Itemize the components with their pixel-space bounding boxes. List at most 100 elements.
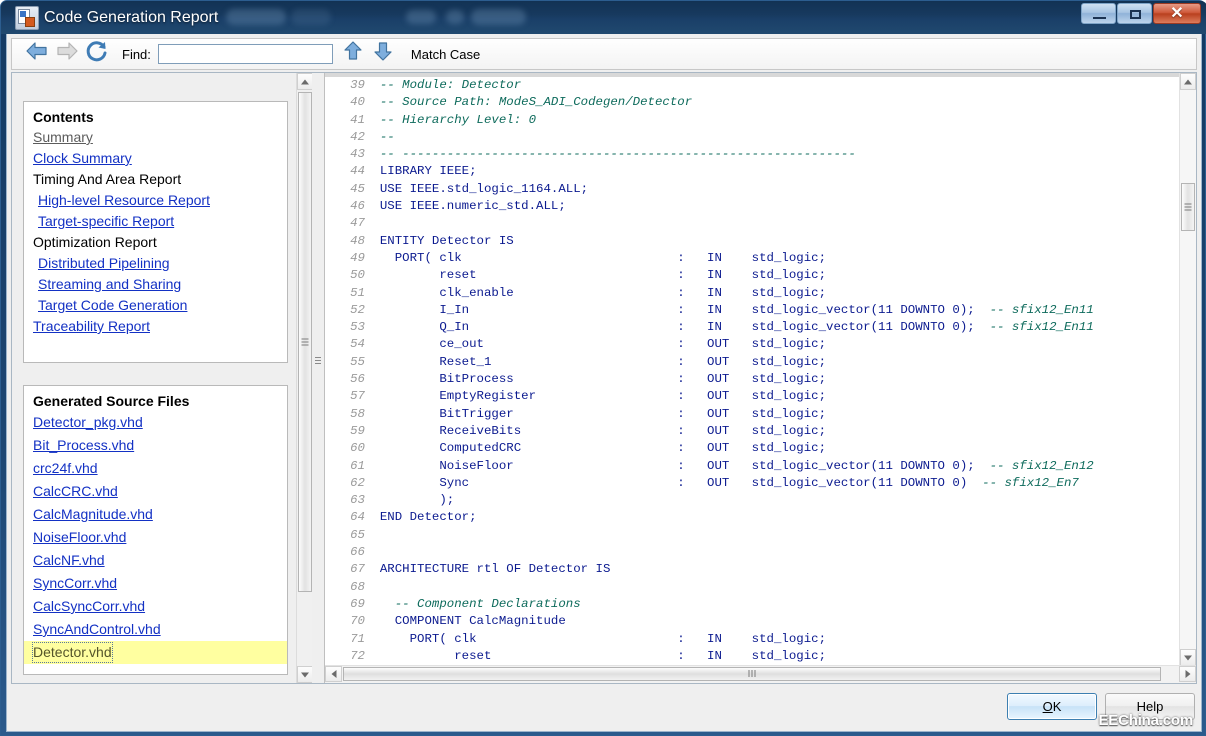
source-file-label: SyncCorr.vhd xyxy=(33,575,118,591)
refresh-button[interactable] xyxy=(84,39,114,69)
contents-item[interactable]: Distributed Pipelining xyxy=(24,253,287,274)
find-input[interactable] xyxy=(157,44,333,64)
code-line: 51 clk_enable : IN std_logic; xyxy=(325,285,1094,302)
source-file-label: CalcMagnitude.vhd xyxy=(33,506,153,522)
source-file-item[interactable]: CalcCRC.vhd xyxy=(24,480,287,503)
code-line-number: 46 xyxy=(350,199,365,214)
find-next-arrow-icon xyxy=(374,42,392,61)
code-line: 50 reset : IN std_logic; xyxy=(325,267,1094,284)
source-file-label: Detector_pkg.vhd xyxy=(33,414,143,430)
code-scroll-right-button[interactable] xyxy=(1179,666,1196,682)
code-line-text: BitTrigger : OUT std_logic; xyxy=(365,406,1094,423)
source-file-item[interactable]: CalcSyncCorr.vhd xyxy=(24,595,287,618)
source-file-label: Bit_Process.vhd xyxy=(33,437,135,453)
code-scroll-area[interactable]: 39 -- Module: Detector 40 -- Source Path:… xyxy=(325,73,1180,666)
contents-item[interactable]: Traceability Report xyxy=(24,316,287,337)
source-file-item[interactable]: crc24f.vhd xyxy=(24,457,287,480)
maximize-button[interactable] xyxy=(1117,3,1152,24)
navigation-scrollbar[interactable] xyxy=(296,73,312,683)
code-line-text: ce_out : OUT std_logic; xyxy=(365,336,1094,353)
code-line-number: 45 xyxy=(350,181,365,196)
code-comment: -- Source Path: ModeS_ADI_Codegen/Detect… xyxy=(365,95,693,110)
close-button[interactable]: ✕ xyxy=(1153,3,1201,24)
code-token: USE IEEE.numeric_std.ALL; xyxy=(365,199,566,214)
code-vertical-scrollbar-thumb[interactable] xyxy=(1181,183,1195,231)
code-line-number: 68 xyxy=(350,579,365,594)
source-file-item[interactable]: Bit_Process.vhd xyxy=(24,434,287,457)
code-comment: -- Module: Detector xyxy=(365,78,522,92)
code-vertical-scrollbar[interactable] xyxy=(1179,73,1196,666)
source-file-item[interactable]: Detector_pkg.vhd xyxy=(24,411,287,434)
code-horizontal-scrollbar-thumb[interactable] xyxy=(343,667,1161,681)
code-line-text: ENTITY Detector IS xyxy=(365,233,1094,250)
code-line-number: 72 xyxy=(350,648,365,663)
contents-item[interactable]: High-level Resource Report xyxy=(24,190,287,211)
nav-scroll-up-button[interactable] xyxy=(297,73,312,90)
client-area: Find: Match Case Contents Summary Clock S xyxy=(6,34,1202,732)
contents-item[interactable]: Clock Summary xyxy=(24,148,287,169)
contents-item[interactable]: Streaming and Sharing xyxy=(24,274,287,295)
code-token: ARCHITECTURE rtl OF Detector IS xyxy=(365,562,611,577)
nav-scrollbar-thumb[interactable] xyxy=(298,92,312,592)
source-file-item[interactable]: CalcMagnitude.vhd xyxy=(24,503,287,526)
minimize-button[interactable] xyxy=(1081,3,1116,24)
source-file-item[interactable]: SyncAndControl.vhd xyxy=(24,618,287,641)
code-scroll-up-button[interactable] xyxy=(1180,73,1196,90)
code-scroll-left-button[interactable] xyxy=(325,666,342,682)
code-token: BitProcess : OUT std_logic; xyxy=(365,372,827,387)
main-split: Contents Summary Clock Summary Timing And … xyxy=(11,72,1197,684)
contents-box: Contents Summary Clock Summary Timing And … xyxy=(23,101,288,363)
code-line-number: 53 xyxy=(350,320,365,335)
source-file-label: CalcNF.vhd xyxy=(33,552,105,568)
code-line: 58 BitTrigger : OUT std_logic; xyxy=(325,406,1094,423)
code-token: LIBRARY IEEE; xyxy=(365,164,477,179)
window-icon xyxy=(15,6,39,30)
find-previous-arrow-icon xyxy=(344,41,362,60)
source-file-item-selected[interactable]: Detector.vhd xyxy=(24,641,287,664)
code-token: PORT( clk : IN std_logic; xyxy=(365,250,827,265)
code-scroll-down-button[interactable] xyxy=(1180,649,1196,666)
source-file-item[interactable]: CalcNF.vhd xyxy=(24,549,287,572)
code-token: Reset_1 : OUT std_logic; xyxy=(365,354,827,369)
code-listing: 39 -- Module: Detector 40 -- Source Path:… xyxy=(325,77,1094,666)
contents-item[interactable]: Target-specific Report xyxy=(24,211,287,232)
code-line: 72 reset : IN std_logic; xyxy=(325,648,1094,665)
code-line: 46 USE IEEE.numeric_std.ALL; xyxy=(325,198,1094,215)
code-line-text: LIBRARY IEEE; xyxy=(365,163,1094,180)
dialog-footer: OK Help EEChina.com xyxy=(7,687,1201,731)
code-line: 48 ENTITY Detector IS xyxy=(325,233,1094,250)
code-token: ComputedCRC : OUT std_logic; xyxy=(365,441,827,456)
match-case-label[interactable]: Match Case xyxy=(411,47,480,62)
back-arrow-icon xyxy=(26,42,47,60)
code-line: 68 xyxy=(325,579,1094,596)
panel-splitter[interactable] xyxy=(312,73,324,683)
contents-item[interactable]: Summary xyxy=(24,127,287,148)
code-line-number: 52 xyxy=(350,302,365,317)
source-file-item[interactable]: SyncCorr.vhd xyxy=(24,572,287,595)
code-line: 59 ReceiveBits : OUT std_logic; xyxy=(325,423,1094,440)
ok-button-label: OK xyxy=(1043,699,1062,714)
titlebar-artifact xyxy=(406,10,436,24)
code-line-number: 62 xyxy=(350,475,365,490)
ok-button[interactable]: OK xyxy=(1007,693,1097,720)
code-token: clk_enable : IN std_logic; xyxy=(365,285,827,300)
generated-source-files-list: Detector_pkg.vhd Bit_Process.vhd crc24f.vh… xyxy=(24,411,287,664)
code-line-number: 55 xyxy=(350,354,365,369)
caret-up-icon xyxy=(301,79,309,84)
refresh-icon xyxy=(86,41,107,62)
code-token: reset : IN std_logic; xyxy=(365,648,827,663)
code-horizontal-scrollbar[interactable] xyxy=(325,665,1196,683)
code-line-text xyxy=(365,579,1094,596)
code-comment: -- -------------------------------------… xyxy=(365,147,856,162)
forward-arrow-icon xyxy=(57,42,78,60)
find-previous-button[interactable] xyxy=(341,39,371,69)
nav-scroll-down-button[interactable] xyxy=(297,666,312,683)
back-button[interactable] xyxy=(24,39,54,69)
code-line-number: 63 xyxy=(350,493,365,508)
find-next-button[interactable] xyxy=(371,39,401,69)
contents-item[interactable]: Target Code Generation xyxy=(24,295,287,316)
source-file-label: CalcSyncCorr.vhd xyxy=(33,598,146,614)
code-token: reset : IN std_logic; xyxy=(365,268,827,283)
source-file-item[interactable]: NoiseFloor.vhd xyxy=(24,526,287,549)
contents-item: Timing And Area Report xyxy=(33,171,182,187)
